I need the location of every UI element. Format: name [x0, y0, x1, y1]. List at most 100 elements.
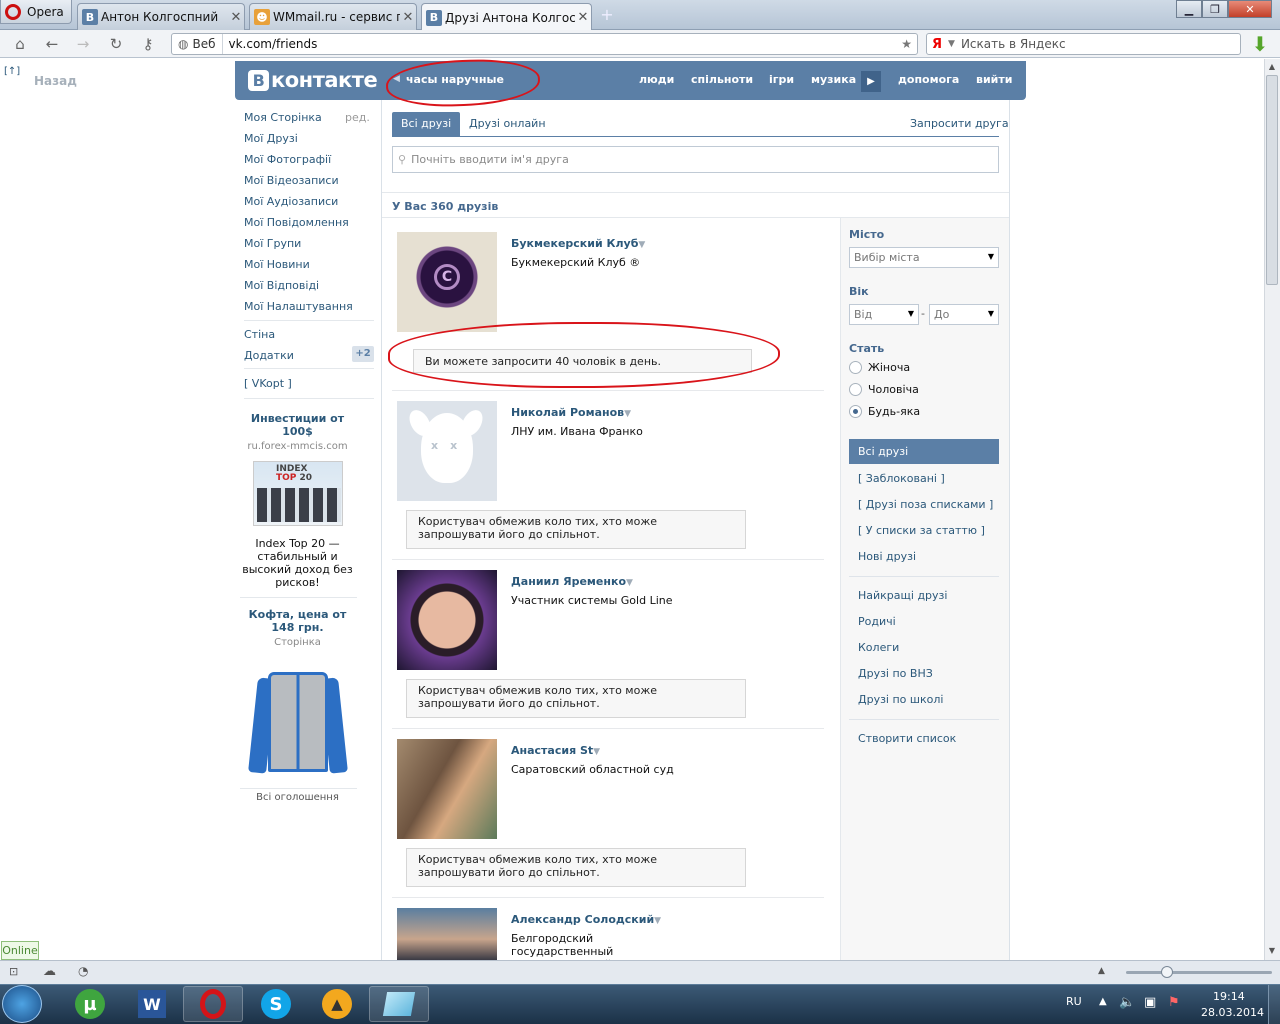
language-indicator[interactable]: RU	[1066, 995, 1082, 1008]
nav-help[interactable]: допомога	[898, 73, 959, 86]
nav-music[interactable]: музика	[811, 73, 856, 86]
nav-communities[interactable]: спільноти	[691, 73, 753, 86]
tab-close-icon[interactable]: ✕	[575, 10, 591, 25]
list-relatives[interactable]: Родичі	[858, 615, 896, 628]
skype-icon[interactable]: S	[246, 986, 306, 1022]
age-from-select[interactable]: Від ▼	[849, 304, 919, 325]
friend-name[interactable]: Анастасия St▼	[511, 744, 600, 757]
friend-photo[interactable]: C	[397, 232, 497, 332]
zoom-slider-handle[interactable]	[1161, 966, 1173, 978]
friend-actions-dropdown-icon[interactable]: ▼	[593, 747, 600, 757]
panel-toggle-icon[interactable]: ⊡	[9, 965, 18, 978]
network-icon[interactable]: ▣	[1144, 995, 1156, 1010]
menu-my-audio[interactable]: Мої Аудіозаписи	[244, 195, 338, 208]
menu-my-videos[interactable]: Мої Відеозаписи	[244, 174, 339, 187]
menu-edit-link[interactable]: ред.	[345, 111, 370, 124]
zoom-panel-icon[interactable]: ▲	[1098, 966, 1105, 976]
clock-time[interactable]: 19:14	[1213, 990, 1245, 1003]
tab-close-icon[interactable]: ✕	[228, 10, 244, 25]
friend-actions-dropdown-icon[interactable]: ▼	[654, 916, 661, 926]
sex-female-label[interactable]: Жіноча	[868, 361, 910, 374]
opera-taskbar-icon[interactable]	[183, 986, 243, 1022]
menu-my-groups[interactable]: Мої Групи	[244, 237, 301, 250]
tab-close-icon[interactable]: ✕	[400, 10, 416, 25]
menu-my-settings[interactable]: Мої Налаштування	[244, 300, 353, 313]
browser-tab-1[interactable]: В Антон Колгоспний ✕	[77, 3, 245, 30]
ad-1-title[interactable]: Инвестиции от 100$	[240, 412, 355, 438]
age-to-select[interactable]: До ▼	[929, 304, 999, 325]
menu-apps[interactable]: Додатки	[244, 349, 294, 362]
friend-photo[interactable]	[397, 908, 497, 960]
friend-name[interactable]: Даниил Яременко▼	[511, 575, 633, 588]
list-colleagues[interactable]: Колеги	[858, 641, 899, 654]
menu-vkopt[interactable]: [ VKopt ]	[244, 377, 292, 390]
list-new-friends[interactable]: Нові друзі	[858, 550, 916, 563]
action-center-icon[interactable]: ⚑	[1168, 995, 1180, 1010]
scrollbar-thumb[interactable]	[1266, 75, 1278, 285]
sex-any-radio[interactable]	[849, 405, 862, 418]
menu-my-friends[interactable]: Мої Друзі	[244, 132, 298, 145]
key-icon[interactable]: ⚷	[138, 35, 158, 53]
ad-1-text[interactable]: Index Top 20 — стабильный и высокий дохо…	[240, 537, 355, 589]
scroll-up-icon[interactable]: ▲	[1266, 62, 1278, 74]
reload-icon[interactable]: ↻	[106, 35, 126, 53]
friend-photo-placeholder[interactable]: xx	[397, 401, 497, 501]
list-all-friends[interactable]: Всі друзі	[849, 439, 999, 464]
friend-photo[interactable]	[397, 739, 497, 839]
friend-name[interactable]: Александр Солодский▼	[511, 913, 661, 926]
menu-my-answers[interactable]: Мої Відповіді	[244, 279, 319, 292]
sex-female-radio[interactable]	[849, 361, 862, 374]
nav-logout[interactable]: вийти	[976, 73, 1012, 86]
address-bar[interactable]: ◍ Веб vk.com/friends ★	[171, 33, 918, 55]
home-icon[interactable]: ⌂	[10, 35, 30, 53]
sex-male-label[interactable]: Чоловіча	[868, 383, 919, 396]
close-window-icon[interactable]: ✕	[1228, 0, 1272, 18]
scroll-down-icon[interactable]: ▼	[1266, 946, 1278, 958]
invite-friend-link[interactable]: Запросити друга	[910, 117, 1009, 130]
cloud-icon[interactable]: ☁	[43, 964, 56, 979]
nav-games[interactable]: ігри	[769, 73, 794, 86]
online-status-badge[interactable]: Online	[1, 941, 39, 960]
notes-app-icon[interactable]	[369, 986, 429, 1022]
list-blocked[interactable]: [ Заблоковані ]	[858, 472, 945, 485]
tray-expand-icon[interactable]: ▲	[1099, 996, 1107, 1007]
ad-2-jacket-image[interactable]	[248, 668, 348, 778]
search-engine-dropdown-icon[interactable]: ▼	[948, 39, 955, 49]
list-university-friends[interactable]: Друзі по ВНЗ	[858, 667, 933, 680]
utorrent-icon[interactable]: µ	[60, 986, 120, 1022]
sex-male-radio[interactable]	[849, 383, 862, 396]
list-school-friends[interactable]: Друзі по школі	[858, 693, 943, 706]
friend-name[interactable]: Николай Романов▼	[511, 406, 631, 419]
friend-actions-dropdown-icon[interactable]: ▼	[624, 409, 631, 419]
bookmark-star-icon[interactable]: ★	[901, 37, 912, 51]
sex-any-label[interactable]: Будь-яка	[868, 405, 920, 418]
tab-all-friends[interactable]: Всі друзі	[392, 112, 461, 137]
friend-photo[interactable]	[397, 570, 497, 670]
back-link[interactable]: Назад	[34, 74, 77, 88]
opera-menu-button[interactable]: Opera	[0, 0, 72, 24]
menu-my-news[interactable]: Мої Новини	[244, 258, 310, 271]
all-ads-link[interactable]: Всі оголошення	[240, 792, 355, 803]
friend-actions-dropdown-icon[interactable]: ▼	[626, 578, 633, 588]
menu-wall[interactable]: Стіна	[244, 328, 275, 341]
ad-1-image[interactable]: INDEX TOP 20	[253, 461, 343, 526]
friend-name[interactable]: Букмекерский Клуб▼	[511, 237, 645, 250]
nav-people[interactable]: люди	[639, 73, 674, 86]
volume-icon[interactable]: 🔈	[1119, 995, 1135, 1010]
yandex-search-field[interactable]: Я ▼ Искать в Яндекс	[926, 33, 1241, 55]
maximize-icon[interactable]: ❐	[1202, 0, 1228, 18]
turbo-icon[interactable]: ◔	[78, 964, 88, 978]
back-arrow-icon[interactable]: ←	[42, 35, 62, 53]
clock-date[interactable]: 28.03.2014	[1201, 1006, 1264, 1019]
aimp-icon[interactable]: ▲	[307, 986, 367, 1022]
list-best-friends[interactable]: Найкращі друзі	[858, 589, 947, 602]
menu-my-messages[interactable]: Мої Повідомлення	[244, 216, 349, 229]
ad-2-title[interactable]: Кофта, цена от 148 грн.	[240, 608, 355, 634]
friend-actions-dropdown-icon[interactable]: ▼	[638, 240, 645, 250]
minimize-icon[interactable]: ▁	[1176, 0, 1202, 18]
word-icon[interactable]: W	[122, 986, 182, 1022]
zoom-slider-track[interactable]	[1126, 971, 1272, 974]
browser-tab-3-active[interactable]: В Друзі Антона Колгосп... ✕	[421, 3, 592, 31]
show-desktop-button[interactable]	[1268, 985, 1280, 1024]
download-icon[interactable]: ⬇	[1249, 33, 1271, 55]
